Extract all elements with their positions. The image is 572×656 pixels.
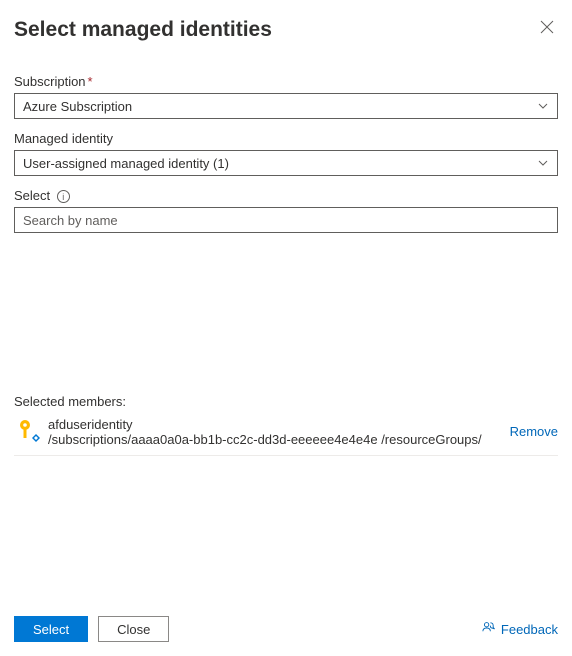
select-label: Select i xyxy=(14,188,558,203)
managed-identity-icon xyxy=(14,418,42,446)
subscription-field: Subscription* Azure Subscription xyxy=(14,74,558,119)
subscription-value: Azure Subscription xyxy=(23,99,132,114)
info-icon[interactable]: i xyxy=(57,190,70,203)
chevron-down-icon xyxy=(537,157,549,169)
member-text: afduseridentity /subscriptions/aaaa0a0a-… xyxy=(48,417,504,447)
footer-actions: Select Close xyxy=(14,616,169,642)
selected-members-label: Selected members: xyxy=(14,394,558,409)
panel-header: Select managed identities xyxy=(14,18,558,42)
subscription-label: Subscription* xyxy=(14,74,558,89)
close-button[interactable]: Close xyxy=(98,616,169,642)
managed-identity-dropdown[interactable]: User-assigned managed identity (1) xyxy=(14,150,558,176)
feedback-link[interactable]: Feedback xyxy=(481,620,558,638)
spacer xyxy=(14,474,558,602)
member-name: afduseridentity xyxy=(48,417,504,432)
managed-identity-field: Managed identity User-assigned managed i… xyxy=(14,131,558,176)
subscription-dropdown[interactable]: Azure Subscription xyxy=(14,93,558,119)
select-field: Select i xyxy=(14,188,558,233)
spacer xyxy=(14,245,558,373)
selected-members-section: Selected members: afduseridentity /subsc… xyxy=(14,394,558,456)
remove-button[interactable]: Remove xyxy=(510,424,558,439)
panel-footer: Select Close Feedback xyxy=(14,602,558,642)
close-icon[interactable] xyxy=(536,18,558,40)
select-button[interactable]: Select xyxy=(14,616,88,642)
required-marker: * xyxy=(88,74,93,89)
managed-identity-value: User-assigned managed identity (1) xyxy=(23,156,229,171)
feedback-label: Feedback xyxy=(501,622,558,637)
selected-member-row: afduseridentity /subscriptions/aaaa0a0a-… xyxy=(14,415,558,456)
chevron-down-icon xyxy=(537,100,549,112)
member-path: /subscriptions/aaaa0a0a-bb1b-cc2c-dd3d-e… xyxy=(48,432,504,447)
managed-identity-label: Managed identity xyxy=(14,131,558,146)
search-input[interactable] xyxy=(14,207,558,233)
feedback-icon xyxy=(481,620,496,638)
panel-title: Select managed identities xyxy=(14,18,272,42)
